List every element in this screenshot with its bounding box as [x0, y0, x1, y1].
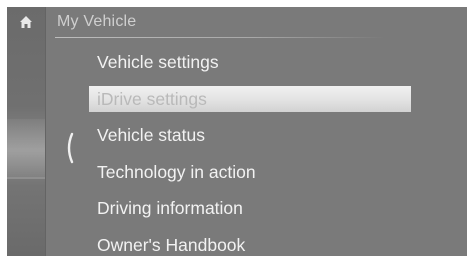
menu-item-idrive-settings[interactable]: iDrive settings	[89, 85, 411, 112]
left-nav-strip	[7, 7, 46, 256]
home-icon[interactable]	[19, 15, 33, 29]
title-divider	[55, 37, 385, 38]
menu-item-technology-in-action[interactable]: Technology in action	[89, 154, 419, 191]
left-strip-divider	[7, 177, 45, 179]
menu-item-owners-handbook[interactable]: Owner's Handbook	[89, 227, 419, 257]
menu-item-vehicle-status[interactable]: Vehicle status	[89, 117, 419, 154]
page-title: My Vehicle	[57, 13, 137, 30]
menu-item-vehicle-settings[interactable]: Vehicle settings	[89, 44, 419, 81]
vehicle-menu: Vehicle settings iDrive settings Vehicle…	[89, 44, 419, 256]
menu-item-driving-information[interactable]: Driving information	[89, 190, 419, 227]
idrive-screen: My Vehicle Vehicle settings iDrive setti…	[7, 7, 467, 256]
chevron-left-icon[interactable]	[60, 131, 76, 165]
left-strip-highlight-band	[7, 119, 45, 179]
